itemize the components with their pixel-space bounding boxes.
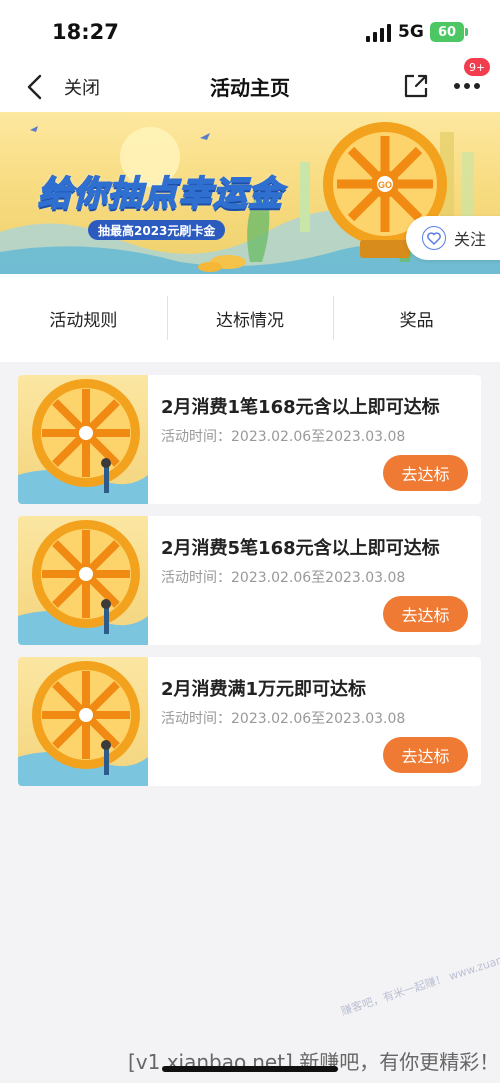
back-arrow-icon[interactable] [22,72,50,102]
activity-card[interactable]: 2月消费1笔168元含以上即可达标 活动时间：2023.02.06至2023.0… [18,375,481,504]
activity-title: 2月消费满1万元即可达标 [161,679,367,700]
battery-level: 60 [437,24,457,40]
wheel-go-label: GO [378,180,392,190]
share-icon[interactable] [402,72,430,100]
nav-bar: 关闭 活动主页 9+ [0,58,500,112]
close-button[interactable]: 关闭 [64,74,100,100]
activity-title: 2月消费5笔168元含以上即可达标 [161,538,440,559]
more-icon[interactable] [452,74,482,98]
status-bar: 18:27 5G 60 [0,0,500,64]
banner-title: 给你抽点幸运金 [37,173,283,215]
activity-card[interactable]: 2月消费满1万元即可达标 活动时间：2023.02.06至2023.03.08 … [18,657,481,786]
activity-time: 活动时间：2023.02.06至2023.03.08 [161,429,406,445]
activity-title: 2月消费1笔168元含以上即可达标 [161,397,440,418]
go-qualify-button[interactable]: 去达标 [383,596,468,632]
activity-time: 活动时间：2023.02.06至2023.03.08 [161,711,406,727]
follow-label: 关注 [454,230,487,249]
tab-bar: 活动规则 达标情况 奖品 [0,274,500,362]
diagonal-watermark: 赚客吧，有米一起赚！ www.zuanke8.com [339,938,500,1019]
status-time: 18:27 [52,20,119,44]
activity-thumbnail [18,375,148,504]
notification-badge: 9+ [464,58,491,76]
signal-icon [366,24,392,42]
battery-icon: 60 [430,22,468,42]
go-qualify-button[interactable]: 去达标 [383,455,468,491]
banner-subtitle: 抽最高2023元刷卡金 [88,220,226,240]
go-qualify-button[interactable]: 去达标 [383,737,468,773]
activity-thumbnail [18,516,148,645]
heart-icon [422,226,446,250]
tab-rules[interactable]: 活动规则 [0,274,167,362]
activity-card[interactable]: 2月消费5笔168元含以上即可达标 活动时间：2023.02.06至2023.0… [18,516,481,645]
tab-progress[interactable]: 达标情况 [166,274,334,362]
activity-time: 活动时间：2023.02.06至2023.03.08 [161,570,406,586]
activity-thumbnail [18,657,148,786]
tab-prizes[interactable]: 奖品 [333,274,500,362]
follow-button[interactable]: 关注 [406,216,500,260]
network-type: 5G [398,22,424,42]
home-indicator [162,1066,338,1072]
